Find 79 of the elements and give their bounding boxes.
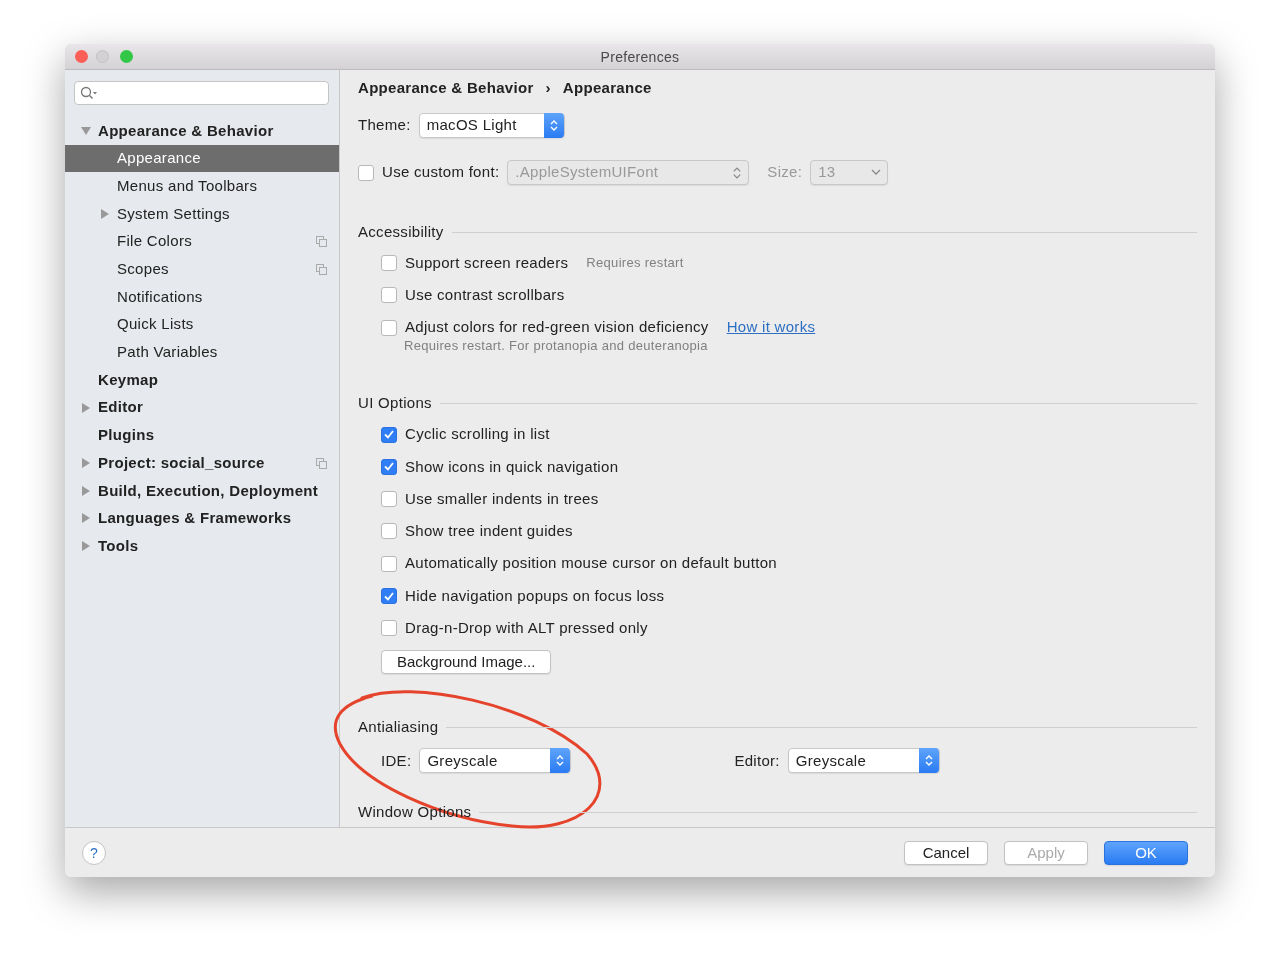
- sidebar-item[interactable]: Quick Lists: [65, 310, 339, 339]
- select-label: IDE:: [381, 750, 412, 771]
- checkbox[interactable]: [381, 523, 397, 540]
- close-icon[interactable]: [75, 50, 88, 63]
- checkbox[interactable]: [381, 287, 397, 304]
- stepper-icon: [556, 754, 565, 768]
- sidebar-item[interactable]: Keymap: [65, 366, 339, 394]
- checkbox-label: Use contrast scrollbars: [405, 285, 565, 306]
- checkbox[interactable]: [381, 458, 397, 475]
- sidebar-item[interactable]: Tools: [65, 532, 339, 560]
- antialiasing-select[interactable]: Greyscale: [787, 748, 940, 774]
- theme-label: Theme:: [358, 115, 411, 136]
- checkbox-label: Show icons in quick navigation: [405, 456, 619, 477]
- expanded-arrow-icon[interactable]: [81, 125, 91, 136]
- collapsed-arrow-icon[interactable]: [100, 208, 110, 219]
- sidebar-item[interactable]: Menus and Toolbars: [65, 172, 339, 201]
- checkbox[interactable]: [381, 319, 397, 336]
- checkbox-label: Use smaller indents in trees: [405, 488, 599, 509]
- sidebar-item[interactable]: Appearance & Behavior: [65, 117, 339, 145]
- sidebar-item[interactable]: Path Variables: [65, 338, 339, 367]
- chevron-down-icon: [871, 169, 882, 176]
- background-image-button[interactable]: Background Image...: [381, 650, 552, 675]
- breadcrumb-item[interactable]: Appearance: [562, 76, 652, 100]
- checkbox[interactable]: [381, 588, 397, 604]
- theme-select[interactable]: macOS Light: [418, 113, 565, 138]
- checkbox-label: Automatically position mouse cursor on default button: [405, 553, 777, 574]
- window-title: Preferences: [600, 49, 680, 65]
- select-value: macOS Light: [426, 115, 517, 136]
- help-button[interactable]: ?: [82, 840, 106, 865]
- checkbox-label: Use custom font:: [382, 162, 500, 183]
- how-it-works-link[interactable]: How it works: [726, 316, 816, 339]
- breadcrumb-separator: ›: [545, 77, 551, 98]
- checkbox-label: Adjust colors for red-green vision deficiency: [405, 317, 709, 338]
- sidebar-item[interactable]: Scopes: [65, 255, 339, 284]
- checkbox[interactable]: [381, 255, 397, 272]
- checkbox-label: Cyclic scrolling in list: [405, 424, 550, 445]
- sidebar-item[interactable]: Languages & Frameworks: [65, 504, 339, 533]
- minimize-icon[interactable]: [96, 50, 109, 63]
- checkbox-label: Hide navigation popups on focus loss: [405, 585, 665, 606]
- dialog-button[interactable]: Cancel: [904, 840, 988, 865]
- sidebar-item[interactable]: Appearance: [65, 144, 339, 173]
- collapsed-arrow-icon[interactable]: [81, 458, 91, 469]
- sidebar-item[interactable]: File Colors: [65, 227, 339, 256]
- note-text: Requires restart. For protanopia and deuteranopia: [404, 337, 708, 353]
- stepper-icon: [549, 119, 558, 132]
- checkbox[interactable]: [381, 555, 397, 572]
- select-value: Greyscale: [427, 750, 498, 771]
- section-title: Accessibility: [358, 221, 444, 242]
- sidebar-item[interactable]: Plugins: [65, 421, 339, 450]
- search-icon: [80, 86, 98, 100]
- sidebar-item[interactable]: System Settings: [65, 200, 339, 228]
- section-title: UI Options: [358, 393, 432, 414]
- hint-text: Requires restart: [586, 254, 684, 273]
- search-field[interactable]: [74, 81, 329, 105]
- antialiasing-select[interactable]: Greyscale: [419, 748, 572, 774]
- select-label: Editor:: [734, 750, 780, 771]
- collapsed-arrow-icon[interactable]: [81, 402, 91, 413]
- sidebar-item[interactable]: Notifications: [65, 283, 339, 311]
- breadcrumb-item[interactable]: Appearance & Behavior: [358, 76, 534, 100]
- collapsed-arrow-icon[interactable]: [81, 485, 91, 496]
- checkbox-label: Drag-n-Drop with ALT pressed only: [405, 618, 648, 639]
- checkbox-label: Support screen readers: [405, 252, 569, 273]
- collapsed-arrow-icon[interactable]: [81, 513, 91, 524]
- stepper-icon: [732, 165, 743, 180]
- checkbox[interactable]: [381, 491, 397, 508]
- select-value: Greyscale: [795, 750, 867, 771]
- checkbox-label: Show tree indent guides: [405, 521, 573, 542]
- zoom-icon[interactable]: [120, 50, 133, 63]
- select-value: 13: [818, 162, 836, 183]
- size-label: Size:: [767, 162, 803, 183]
- sidebar-item[interactable]: Project: social_source: [65, 449, 339, 477]
- checkbox[interactable]: [381, 426, 397, 443]
- select-value: .AppleSystemUIFont: [515, 162, 659, 183]
- stepper-icon: [924, 754, 933, 768]
- collapsed-arrow-icon[interactable]: [81, 541, 91, 552]
- section-title: Antialiasing: [358, 717, 439, 738]
- checkbox[interactable]: [381, 620, 397, 637]
- sidebar-item[interactable]: Build, Execution, Deployment: [65, 476, 339, 505]
- sidebar-item[interactable]: Editor: [65, 393, 339, 422]
